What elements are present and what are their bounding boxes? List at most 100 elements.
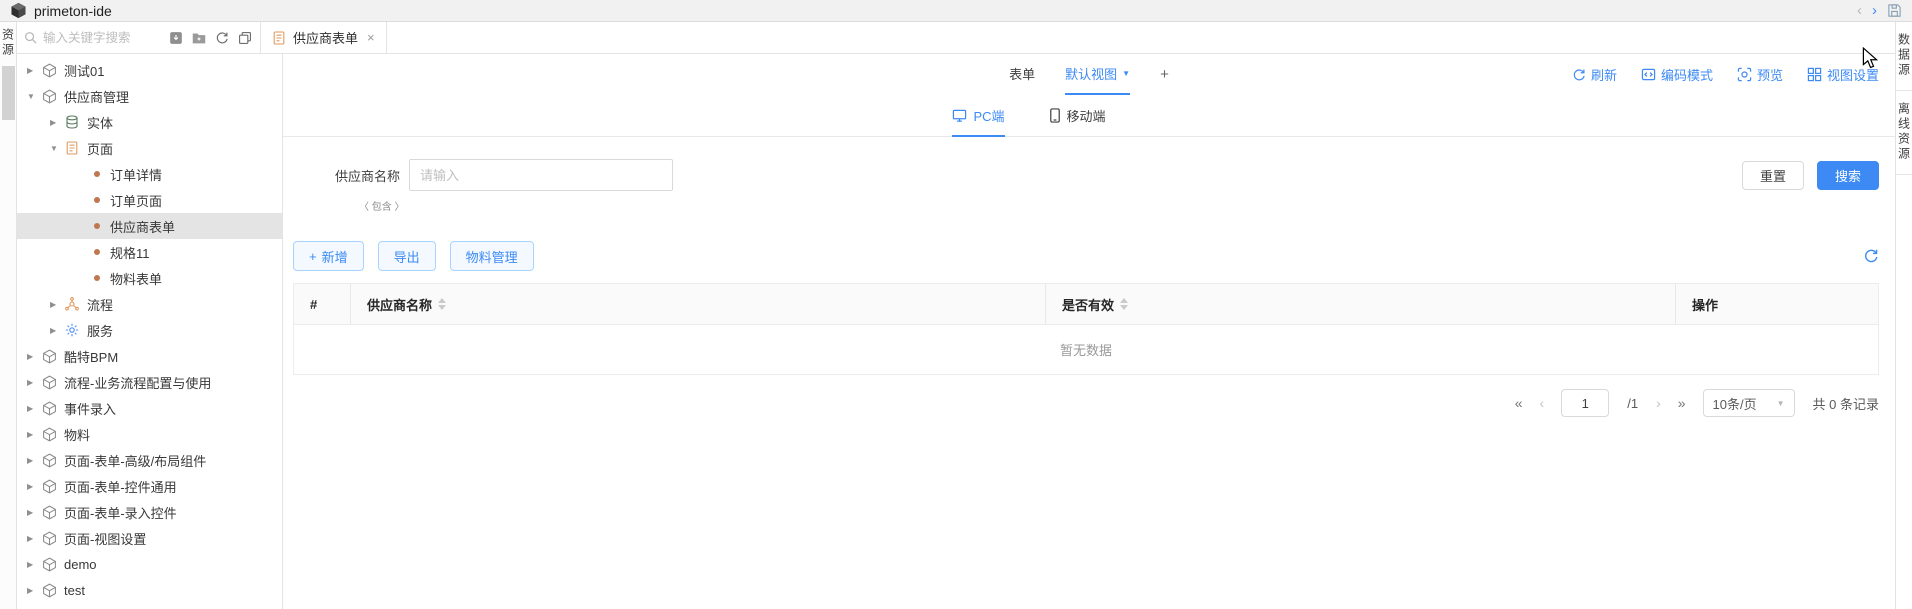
tree-item[interactable]: 订单详情 <box>17 161 282 187</box>
tree-item[interactable]: ▶页面-表单-高级/布局组件 <box>17 447 282 473</box>
chevron-down-icon: ▼ <box>1777 399 1785 408</box>
tab-pc[interactable]: PC端 <box>952 95 1004 137</box>
tree-item[interactable]: ▼供应商管理 <box>17 83 282 109</box>
tree-collapse-icon[interactable]: ▶ <box>27 378 42 387</box>
cube-icon <box>42 583 62 598</box>
tree-collapse-icon[interactable]: ▶ <box>27 482 42 491</box>
tree-item-label: 供应商表单 <box>110 217 175 236</box>
filter-label: 供应商名称 <box>335 166 400 185</box>
search-button[interactable]: 搜索 <box>1817 161 1879 190</box>
code-mode-button[interactable]: 编码模式 <box>1641 65 1713 84</box>
page-indicator: /1 <box>1627 396 1638 411</box>
column-header[interactable]: 供应商名称 <box>351 284 1046 324</box>
dot-icon <box>94 275 108 281</box>
import-icon[interactable] <box>169 31 183 45</box>
preview-button[interactable]: 预览 <box>1737 65 1783 84</box>
tab-default-view[interactable]: 默认视图 ▼ <box>1065 54 1130 95</box>
tree-item[interactable]: 供应商表单 <box>17 213 282 239</box>
column-header: 操作 <box>1676 284 1878 324</box>
first-page-icon[interactable]: « <box>1515 395 1522 411</box>
tree-expand-icon[interactable]: ▼ <box>27 92 42 101</box>
save-icon[interactable] <box>1887 3 1902 18</box>
title-bar: primeton-ide ‹ › <box>0 0 1912 22</box>
operator-hint[interactable]: 〈 包含 〉 <box>359 198 1879 213</box>
tree-item[interactable]: ▼页面 <box>17 135 282 161</box>
tree-item[interactable]: ▶实体 <box>17 109 282 135</box>
new-folder-icon[interactable] <box>192 31 206 45</box>
tree-item[interactable]: ▶酷特BPM <box>17 343 282 369</box>
tab-close-icon[interactable]: × <box>367 30 375 45</box>
editor-tab-active[interactable]: 供应商表单 × <box>261 22 387 53</box>
tree-collapse-icon[interactable]: ▶ <box>27 430 42 439</box>
editor-tab-strip: 供应商表单 × <box>260 22 1895 53</box>
tree-item[interactable]: 规格11 <box>17 239 282 265</box>
tree-collapse-icon[interactable]: ▶ <box>27 352 42 361</box>
tree-expand-icon[interactable]: ▼ <box>50 144 65 153</box>
resource-search[interactable] <box>17 22 167 53</box>
tree-item[interactable]: ▶流程 <box>17 291 282 317</box>
tree-item[interactable]: ▶页面-视图设置 <box>17 525 282 551</box>
search-input[interactable] <box>43 31 153 45</box>
tree-item[interactable]: ▶demo <box>17 551 282 577</box>
cube-icon <box>42 401 62 416</box>
tree-item[interactable]: 订单页面 <box>17 187 282 213</box>
last-page-icon[interactable]: » <box>1678 395 1685 411</box>
page-number-input[interactable] <box>1561 389 1609 417</box>
tree-collapse-icon[interactable]: ▶ <box>27 66 42 75</box>
tree-collapse-icon[interactable]: ▶ <box>27 404 42 413</box>
tree-item[interactable]: ▶test <box>17 577 282 603</box>
offline-resource-strip-tab[interactable]: 离线资源 <box>1896 102 1912 162</box>
tab-form[interactable]: 表单 <box>1009 54 1035 95</box>
tree-collapse-icon[interactable]: ▶ <box>27 586 42 595</box>
tree-item[interactable]: ▶ 物料 <box>17 421 282 447</box>
device-tab-bar: PC端 移动端 <box>283 95 1895 137</box>
history-forward-icon[interactable]: › <box>1872 3 1877 18</box>
tree-item[interactable]: ▶页面-表单-控件通用 <box>17 473 282 499</box>
sort-icon[interactable] <box>438 298 446 310</box>
data-table: #供应商名称是否有效操作 暂无数据 <box>283 283 1895 375</box>
add-button[interactable]: +新增 <box>293 241 364 271</box>
column-header[interactable]: 是否有效 <box>1046 284 1676 324</box>
tree-collapse-icon[interactable]: ▶ <box>27 456 42 465</box>
tree-collapse-icon[interactable]: ▶ <box>27 534 42 543</box>
cube-icon <box>42 479 62 494</box>
reset-button[interactable]: 重置 <box>1742 161 1804 190</box>
tree-collapse-icon[interactable]: ▶ <box>27 560 42 569</box>
plus-icon: + <box>309 249 317 264</box>
tree-item[interactable]: ▶测试01 <box>17 57 282 83</box>
collapse-tabs-icon[interactable] <box>238 31 252 45</box>
column-header-label: 供应商名称 <box>367 295 432 314</box>
supplier-name-input[interactable] <box>409 159 673 191</box>
strip-scroll-thumb[interactable] <box>2 66 15 120</box>
tree-item[interactable]: ▶流程-业务流程配置与使用 <box>17 369 282 395</box>
add-view-button[interactable]: + <box>1160 54 1169 95</box>
tree-item-label: 物料 <box>64 425 90 444</box>
tree-item-label: 物料表单 <box>110 269 162 288</box>
list-actions: +新增 导出 物料管理 <box>283 213 1895 271</box>
resources-strip-tab[interactable]: 资源 <box>0 28 17 58</box>
next-page-icon[interactable]: › <box>1656 395 1660 411</box>
tree-item[interactable]: ▶ 事件录入 <box>17 395 282 421</box>
reload-tree-icon[interactable] <box>215 31 229 45</box>
view-settings-button[interactable]: 视图设置 <box>1807 65 1879 84</box>
tree-item-label: 事件录入 <box>64 399 116 418</box>
material-manage-button[interactable]: 物料管理 <box>450 241 534 271</box>
page-size-select[interactable]: 10条/页 ▼ <box>1703 389 1795 417</box>
export-button[interactable]: 导出 <box>378 241 436 271</box>
refresh-button[interactable]: 刷新 <box>1572 65 1617 84</box>
total-records: 共 0 条记录 <box>1813 394 1879 413</box>
tree-item[interactable]: 物料表单 <box>17 265 282 291</box>
tree-collapse-icon[interactable]: ▶ <box>50 118 65 127</box>
sort-icon[interactable] <box>1120 298 1128 310</box>
prev-page-icon[interactable]: ‹ <box>1540 395 1544 411</box>
datasource-strip-tab[interactable]: 数据源 <box>1896 33 1912 78</box>
tree-collapse-icon[interactable]: ▶ <box>27 508 42 517</box>
tree-collapse-icon[interactable]: ▶ <box>50 326 65 335</box>
history-back-icon[interactable]: ‹ <box>1857 3 1862 18</box>
tab-mobile[interactable]: 移动端 <box>1049 95 1106 137</box>
right-panel-strip: 数据源 离线资源 <box>1895 22 1912 609</box>
table-refresh-icon[interactable] <box>1863 248 1879 264</box>
tree-collapse-icon[interactable]: ▶ <box>50 300 65 309</box>
tree-item[interactable]: ▶页面-表单-录入控件 <box>17 499 282 525</box>
tree-item[interactable]: ▶服务 <box>17 317 282 343</box>
